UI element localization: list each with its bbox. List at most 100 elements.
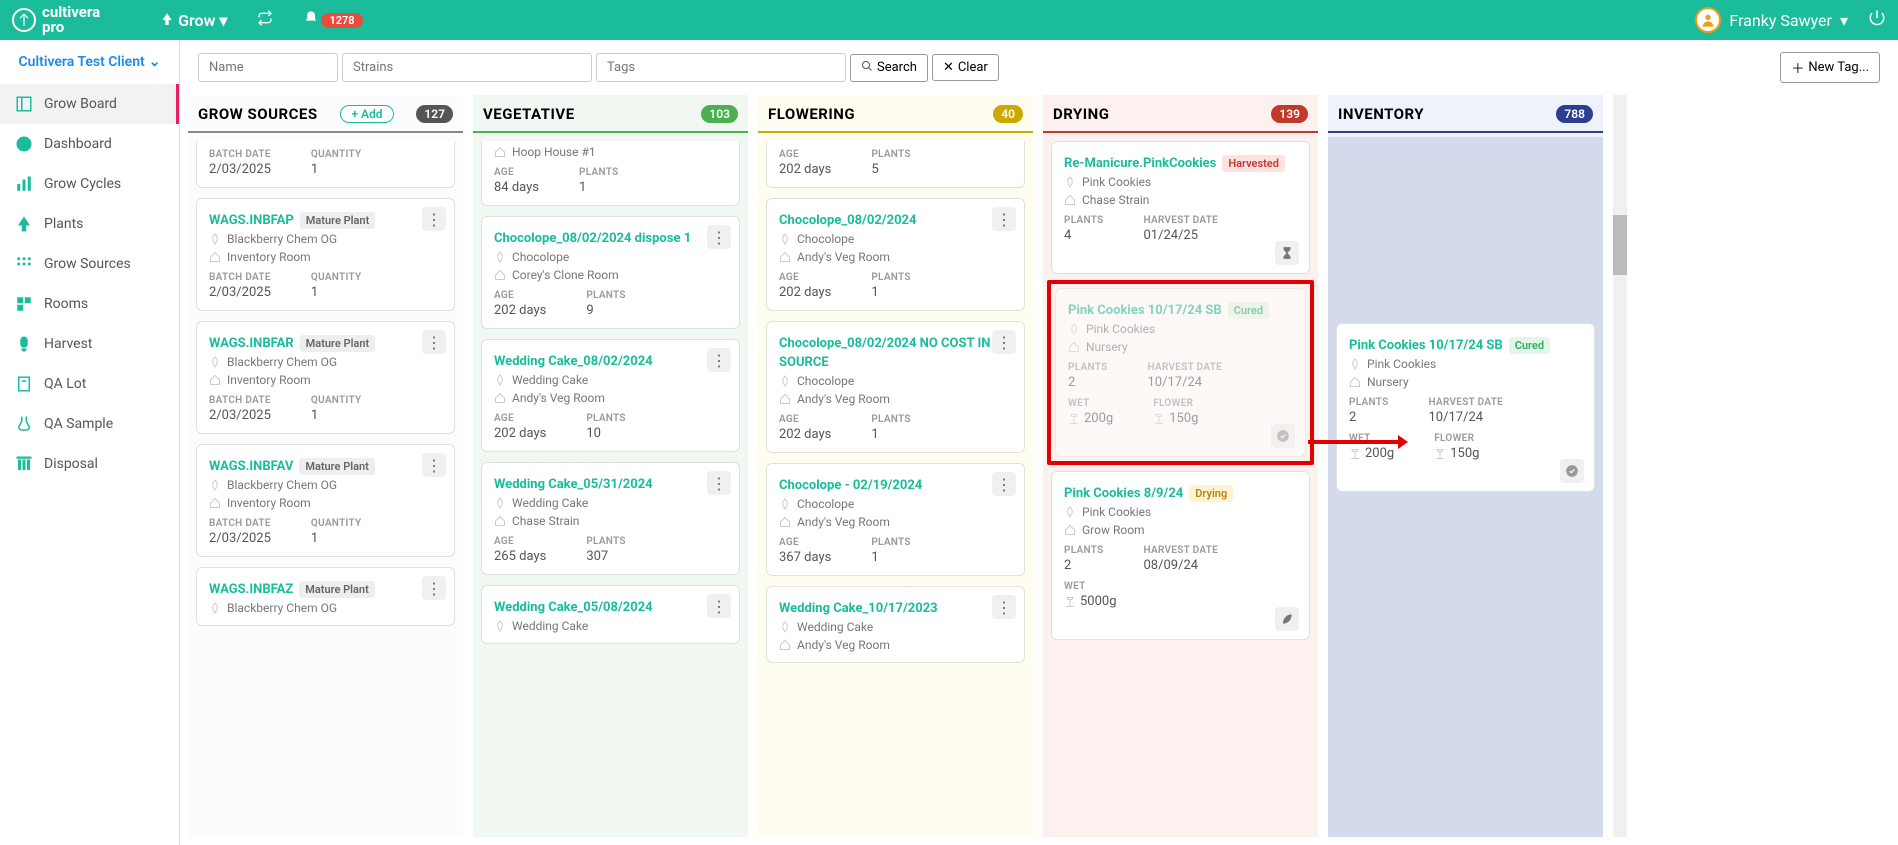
card-menu-button[interactable]: ⋮ (707, 225, 731, 249)
room-line: Chase Strain (494, 514, 727, 528)
user-menu[interactable]: Franky Sawyer ▾ (1695, 7, 1848, 33)
card-title[interactable]: Pink Cookies 10/17/24 SB (1349, 338, 1503, 353)
sidebar-item-qa-lot[interactable]: QA Lot (0, 364, 179, 404)
card-menu-button[interactable]: ⋮ (707, 594, 731, 618)
card-menu-button[interactable]: ⋮ (992, 330, 1016, 354)
veg-card: Hoop House #1AGE84 daysPLANTS1 (481, 141, 740, 206)
column-count: 127 (416, 105, 453, 123)
sidebar-item-grow-board[interactable]: Grow Board (0, 84, 179, 124)
card-menu-button[interactable]: ⋮ (422, 576, 446, 600)
flower-card: ⋮Wedding Cake_10/17/2023Wedding CakeAndy… (766, 586, 1025, 663)
card-title[interactable]: Pink Cookies 8/9/24 (1064, 486, 1183, 501)
sidebar-icon (14, 294, 34, 314)
logout-button[interactable] (1868, 9, 1886, 31)
card-title[interactable]: Wedding Cake_05/31/2024 (494, 477, 653, 492)
strain-line: Wedding Cake (494, 373, 727, 387)
scrollbar-thumb[interactable] (1613, 215, 1627, 275)
add-source-button[interactable]: + Add (340, 105, 393, 123)
sidebar-item-qa-sample[interactable]: QA Sample (0, 404, 179, 444)
status-chip: Mature Plant (299, 458, 375, 475)
clear-button[interactable]: ✕ Clear (932, 54, 999, 81)
card-title[interactable]: WAGS.INBFAP (209, 213, 294, 228)
strain-line: Blackberry Chem OG (209, 232, 442, 246)
card-title[interactable]: WAGS.INBFAV (209, 459, 293, 474)
inventory-card: Pink Cookies 10/17/24 SBCuredPink Cookie… (1336, 323, 1595, 492)
card-title[interactable]: Pink Cookies 10/17/24 SB (1068, 303, 1222, 318)
sidebar-item-grow-cycles[interactable]: Grow Cycles (0, 164, 179, 204)
card-title[interactable]: WAGS.INBFAZ (209, 582, 293, 597)
card-title[interactable]: Re-Manicure.PinkCookies (1064, 156, 1216, 171)
strain-line: Chocolope (779, 232, 1012, 246)
room-line: Grow Room (1064, 523, 1297, 537)
tags-input[interactable] (596, 53, 846, 82)
notif-count: 1278 (321, 13, 362, 28)
check-circle-icon[interactable] (1560, 459, 1584, 483)
card-menu-button[interactable]: ⋮ (992, 472, 1016, 496)
new-tag-button[interactable]: ＋ New Tag... (1780, 52, 1880, 83)
check-circle-icon[interactable] (1271, 424, 1295, 448)
search-button[interactable]: Search (850, 54, 928, 82)
card-title[interactable]: WAGS.INBFAR (209, 336, 294, 351)
strain-line: Wedding Cake (494, 619, 727, 633)
bell-icon (303, 10, 319, 30)
tree-icon (160, 11, 174, 30)
sidebar-item-label: Grow Cycles (44, 176, 121, 192)
column-vegetative: VEGETATIVE 103 Hoop House #1AGE84 daysPL… (473, 95, 748, 837)
status-chip: Mature Plant (300, 335, 376, 352)
veg-card: ⋮ Wedding Cake_05/08/2024 Wedding Cake (481, 585, 740, 644)
source-card: ⋮ WAGS.INBFAP Mature Plant Blackberry Chem … (196, 198, 455, 311)
column-count: 103 (701, 105, 738, 123)
chevron-down-icon: ⌄ (149, 54, 161, 70)
card-title[interactable]: Wedding Cake_08/02/2024 (494, 354, 653, 369)
strain-line: Pink Cookies (1349, 357, 1582, 371)
sync-icon[interactable] (257, 10, 273, 30)
sidebar-item-label: Plants (44, 216, 83, 232)
sidebar-icon (14, 94, 34, 114)
notifications[interactable]: 1278 (303, 10, 362, 30)
status-chip: Harvested (1222, 155, 1285, 172)
card-menu-button[interactable]: ⋮ (422, 207, 446, 231)
sidebar-item-label: QA Lot (44, 376, 86, 392)
card-menu-button[interactable]: ⋮ (992, 595, 1016, 619)
status-chip: Mature Plant (300, 212, 376, 229)
sidebar-item-plants[interactable]: Plants (0, 204, 179, 244)
sidebar-icon (14, 374, 34, 394)
brand-logo[interactable]: cultiverapro (12, 5, 100, 35)
card-title[interactable]: Wedding Cake_10/17/2023 (779, 601, 938, 616)
room-line: Inventory Room (209, 250, 442, 264)
card-title[interactable]: Chocolope_08/02/2024 dispose 1 (494, 231, 691, 246)
card-menu-button[interactable]: ⋮ (992, 207, 1016, 231)
card-title[interactable]: Wedding Cake_05/08/2024 (494, 600, 653, 615)
name-input[interactable] (198, 53, 338, 82)
column-title: FLOWERING (768, 105, 855, 123)
card-menu-button[interactable]: ⋮ (422, 453, 446, 477)
client-selector[interactable]: Cultivera Test Client ⌄ (0, 40, 179, 84)
strain-line: Blackberry Chem OG (209, 478, 442, 492)
search-label: Search (877, 60, 917, 75)
nav-grow[interactable]: Grow ▾ (160, 11, 227, 30)
drying-card: Pink Cookies 8/9/24DryingPink CookiesGro… (1051, 471, 1310, 640)
topbar: cultiverapro Grow ▾ 1278 Franky Sawyer ▾ (0, 0, 1898, 40)
sidebar-item-harvest[interactable]: Harvest (0, 324, 179, 364)
sidebar-icon (14, 134, 34, 154)
caret-down-icon: ▾ (1840, 11, 1848, 30)
card-title[interactable]: Chocolope - 02/19/2024 (779, 478, 922, 493)
sidebar-item-disposal[interactable]: Disposal (0, 444, 179, 484)
leaf-icon[interactable] (1275, 607, 1299, 631)
card-menu-button[interactable]: ⋮ (707, 471, 731, 495)
search-icon (861, 60, 873, 76)
room-line: Chase Strain (1064, 193, 1297, 207)
sidebar-icon (14, 454, 34, 474)
sidebar-item-grow-sources[interactable]: Grow Sources (0, 244, 179, 284)
strains-input[interactable] (342, 53, 592, 82)
hourglass-icon[interactable] (1275, 241, 1299, 265)
card-menu-button[interactable]: ⋮ (422, 330, 446, 354)
sidebar-item-dashboard[interactable]: Dashboard (0, 124, 179, 164)
room-line: Andy's Veg Room (779, 392, 1012, 406)
card-title[interactable]: Chocolope_08/02/2024 (779, 213, 916, 228)
card-menu-button[interactable]: ⋮ (707, 348, 731, 372)
sidebar-item-rooms[interactable]: Rooms (0, 284, 179, 324)
strain-line: Pink Cookies (1064, 175, 1297, 189)
vertical-scrollbar[interactable] (1613, 95, 1627, 837)
card-title[interactable]: Chocolope_08/02/2024 NO COST IN SOURCE (779, 336, 990, 370)
